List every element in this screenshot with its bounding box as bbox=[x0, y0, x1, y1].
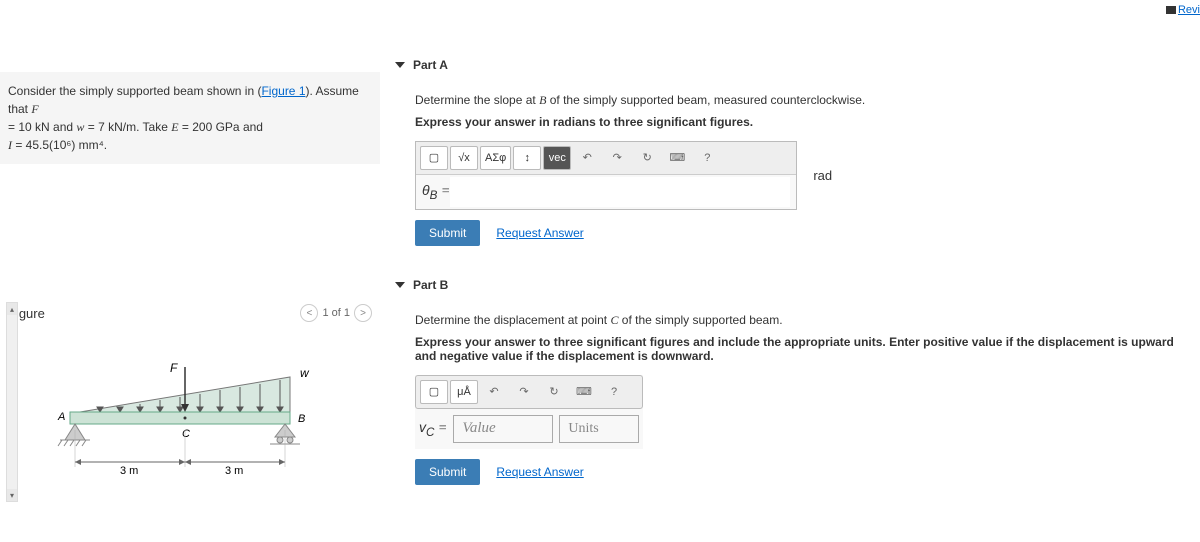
figure-diagram: F w A B C 3 m bbox=[0, 362, 380, 542]
review-icon bbox=[1166, 6, 1176, 14]
sqrt-button[interactable]: √x bbox=[450, 146, 478, 170]
pager-prev-button[interactable]: < bbox=[300, 304, 318, 322]
part-a-title: Part A bbox=[413, 58, 448, 72]
part-a-unit: rad bbox=[805, 168, 832, 183]
part-a-header[interactable]: Part A bbox=[395, 50, 1200, 80]
part-a-toolbar: ▢ √x ΑΣφ ↕ vec ↶ ↷ ↻ ⌨ ? bbox=[416, 142, 796, 175]
part-a-instruction: Express your answer in radians to three … bbox=[415, 115, 1180, 129]
templates-button[interactable]: ▢ bbox=[420, 380, 448, 404]
dim-2: 3 m bbox=[225, 465, 243, 477]
collapse-icon bbox=[395, 62, 405, 68]
part-b-value-input[interactable]: Value bbox=[453, 415, 553, 443]
redo-button[interactable]: ↷ bbox=[510, 380, 538, 404]
templates-button[interactable]: ▢ bbox=[420, 146, 448, 170]
reset-button[interactable]: ↻ bbox=[633, 146, 661, 170]
load-w-label: w bbox=[300, 366, 310, 380]
redo-button[interactable]: ↷ bbox=[603, 146, 631, 170]
vec-button[interactable]: vec bbox=[543, 146, 571, 170]
part-b-instruction: Express your answer to three significant… bbox=[415, 335, 1180, 363]
scroll-down-icon[interactable]: ▾ bbox=[7, 489, 17, 501]
part-b-units-input[interactable]: Units bbox=[559, 415, 639, 443]
figure-link[interactable]: Figure 1 bbox=[261, 84, 305, 98]
part-b-header[interactable]: Part B bbox=[395, 270, 1200, 300]
svg-text:C: C bbox=[182, 428, 190, 440]
part-a-prompt: Determine the slope at B of the simply s… bbox=[415, 92, 1180, 109]
dim-1: 3 m bbox=[120, 465, 138, 477]
part-a-submit-button[interactable]: Submit bbox=[415, 220, 480, 246]
review-link[interactable]: Revi bbox=[1166, 4, 1200, 16]
undo-button[interactable]: ↶ bbox=[573, 146, 601, 170]
problem-statement: Consider the simply supported beam shown… bbox=[0, 72, 380, 164]
part-a-request-answer-link[interactable]: Request Answer bbox=[496, 226, 583, 240]
scroll-up-icon[interactable]: ▴ bbox=[7, 303, 17, 315]
part-b-variable: vC = bbox=[419, 419, 447, 439]
keyboard-button[interactable]: ⌨ bbox=[570, 380, 598, 404]
part-a-variable: θB = bbox=[422, 182, 450, 202]
problem-text: Consider the simply supported beam shown… bbox=[8, 84, 261, 98]
subsup-button[interactable]: ↕ bbox=[513, 146, 541, 170]
units-button[interactable]: μÅ bbox=[450, 380, 478, 404]
collapse-icon bbox=[395, 282, 405, 288]
part-b-submit-button[interactable]: Submit bbox=[415, 459, 480, 485]
pager-next-button[interactable]: > bbox=[354, 304, 372, 322]
part-b-toolbar: ▢ μÅ ↶ ↷ ↻ ⌨ ? bbox=[415, 375, 643, 409]
figure-pager: < 1 of 1 > bbox=[300, 304, 372, 322]
svg-text:A: A bbox=[57, 411, 65, 423]
undo-button[interactable]: ↶ bbox=[480, 380, 508, 404]
part-b-request-answer-link[interactable]: Request Answer bbox=[496, 465, 583, 479]
keyboard-button[interactable]: ⌨ bbox=[663, 146, 691, 170]
greek-button[interactable]: ΑΣφ bbox=[480, 146, 511, 170]
help-button[interactable]: ? bbox=[693, 146, 721, 170]
figure-scrollbar[interactable]: ▴ ▾ bbox=[6, 302, 18, 502]
part-b-prompt: Determine the displacement at point C of… bbox=[415, 312, 1180, 329]
part-b-title: Part B bbox=[413, 278, 448, 292]
help-button[interactable]: ? bbox=[600, 380, 628, 404]
force-F-label: F bbox=[170, 362, 178, 375]
pager-count: 1 of 1 bbox=[322, 307, 350, 319]
reset-button[interactable]: ↻ bbox=[540, 380, 568, 404]
part-a-input[interactable] bbox=[450, 177, 790, 207]
part-a-answer-box: ▢ √x ΑΣφ ↕ vec ↶ ↷ ↻ ⌨ ? θB = bbox=[415, 141, 797, 210]
svg-text:B: B bbox=[298, 413, 305, 425]
